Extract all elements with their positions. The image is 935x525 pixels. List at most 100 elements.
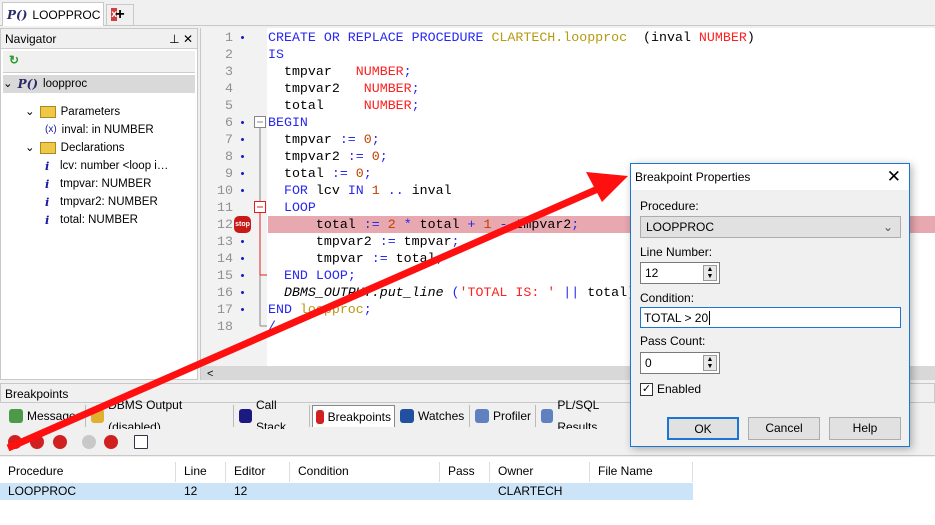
code-token: :=: [363, 217, 380, 232]
code-token: ;: [451, 234, 460, 249]
breakpoints-table: ProcedureLineEditor LineConditionPassOwn…: [0, 457, 935, 525]
enabled-checkbox[interactable]: ✓: [640, 383, 653, 396]
code-token: ;: [363, 302, 372, 317]
code-text: IS: [268, 46, 284, 63]
code-text: FOR lcv IN 1 .. inval: [268, 182, 452, 199]
column-header[interactable]: Owner: [490, 462, 590, 482]
scroll-left-icon[interactable]: <: [201, 368, 213, 380]
code-token: 'TOTAL IS: ': [459, 285, 556, 300]
chevron-down-icon[interactable]: ⌄: [25, 103, 35, 121]
line-number: 6: [225, 115, 233, 130]
close-icon[interactable]: ✕: [183, 32, 193, 46]
tree-item[interactable]: ⌄ Declarations: [25, 139, 125, 157]
tab-messages[interactable]: Messages: [6, 405, 86, 427]
tab-call-stack[interactable]: Call Stack: [236, 398, 310, 434]
code-token: IS: [268, 47, 284, 62]
line-number: 5: [225, 98, 233, 113]
remove-breakpoint-icon[interactable]: [53, 435, 67, 449]
column-header[interactable]: Editor Line: [226, 462, 290, 496]
tree-item[interactable]: i tmpvar: NUMBER: [45, 175, 151, 193]
tab-label: Breakpoints: [327, 409, 391, 424]
table-row[interactable]: LOOPPROC 12 12 CLARTECH: [0, 483, 693, 500]
refresh-icon[interactable]: ↻: [9, 53, 19, 67]
code-text: tmpvar2 := 0;: [268, 148, 388, 165]
condition-label: Condition:: [640, 291, 695, 305]
close-icon[interactable]: ✕: [887, 167, 901, 187]
disable-breakpoint-icon[interactable]: [82, 435, 96, 449]
breakpoint-stop-icon[interactable]: stop: [234, 216, 251, 233]
enabled-label: Enabled: [657, 382, 702, 396]
column-header[interactable]: File Name: [590, 462, 693, 482]
code-line[interactable]: 5 total NUMBER;: [201, 97, 935, 114]
code-line[interactable]: 6 BEGIN: [201, 114, 935, 131]
cancel-button[interactable]: Cancel: [748, 417, 820, 440]
condition-input[interactable]: TOTAL > 20: [640, 307, 901, 328]
tab-pl-sql-results[interactable]: PL/SQL Results: [538, 398, 636, 434]
breakpoint-properties-icon[interactable]: [8, 435, 22, 449]
code-token: tmpvar2: [268, 149, 348, 164]
procedure-value: LOOPPROC: [646, 220, 715, 234]
procedure-select[interactable]: LOOPPROC ⌄: [640, 216, 901, 238]
column-header[interactable]: Pass: [440, 462, 490, 482]
folder-icon: [39, 106, 56, 118]
variable-icon: i: [45, 213, 50, 227]
code-token: END LOOP: [283, 268, 348, 283]
call-stack-icon: [239, 409, 252, 423]
tab-dbms-output-disabled-[interactable]: DBMS Output (disabled): [88, 398, 234, 434]
column-header[interactable]: Line: [176, 462, 226, 482]
tab-profiler[interactable]: Profiler: [472, 405, 536, 427]
tree-root[interactable]: ⌄ P() loopproc: [3, 75, 195, 93]
code-token: :=: [339, 132, 356, 147]
tab-label: Profiler: [493, 409, 532, 423]
code-token: tmpvar: [268, 251, 372, 266]
tree-item[interactable]: (x) inval: in NUMBER: [45, 121, 154, 139]
spinner-arrows-icon[interactable]: ▲ ▼: [703, 355, 717, 371]
column-header[interactable]: Procedure: [0, 462, 176, 482]
ok-button[interactable]: OK: [667, 417, 739, 440]
code-token: LOOP: [283, 200, 316, 215]
pass-count-stepper[interactable]: 0 ▲ ▼: [640, 352, 720, 374]
code-token: ;: [371, 132, 380, 147]
code-token: inval: [403, 183, 452, 198]
chevron-down-icon[interactable]: ⌄: [3, 75, 13, 93]
column-header[interactable]: Condition: [290, 462, 440, 482]
list-icon[interactable]: [134, 435, 148, 449]
new-tab-button[interactable]: +: [106, 4, 134, 26]
tree-item[interactable]: i lcv: number <loop i…: [45, 157, 168, 175]
code-token: NUMBER: [698, 30, 747, 45]
tab-loopproc[interactable]: P() LOOPPROC x: [2, 2, 117, 26]
code-line[interactable]: 3 tmpvar NUMBER;: [201, 63, 935, 80]
condition-value: TOTAL > 20: [644, 311, 709, 325]
code-line[interactable]: 4 tmpvar2 NUMBER;: [201, 80, 935, 97]
tab-watches[interactable]: Watches: [397, 405, 470, 427]
tree-item[interactable]: i total: NUMBER: [45, 211, 138, 229]
watches-icon: [400, 409, 414, 423]
code-token: ||: [555, 285, 588, 300]
tree-item[interactable]: i tmpvar2: NUMBER: [45, 193, 158, 211]
line-number-stepper[interactable]: 12 ▲ ▼: [640, 262, 720, 284]
messages-icon: [9, 409, 23, 423]
chevron-down-icon[interactable]: ⌄: [25, 139, 35, 157]
breakpoints-icon: [316, 409, 324, 424]
add-breakpoint-icon[interactable]: [30, 435, 44, 449]
code-token: tmpvar: [395, 234, 452, 249]
code-token: DBMS_OUTPUT.put_line: [283, 285, 444, 300]
help-button[interactable]: Help: [829, 417, 901, 440]
variable-icon: i: [45, 195, 50, 209]
breakpoint-toggle-icon[interactable]: [104, 435, 118, 449]
tree-item[interactable]: ⌄ Parameters: [25, 103, 120, 121]
code-text: BEGIN: [268, 114, 308, 131]
code-line[interactable]: 1 CREATE OR REPLACE PROCEDURE CLARTECH.lo…: [201, 29, 935, 46]
code-text: tmpvar := total;: [268, 250, 444, 267]
line-number: 9: [225, 166, 233, 181]
code-line[interactable]: 2 IS: [201, 46, 935, 63]
tree-root-label: loopproc: [43, 78, 88, 90]
spinner-arrows-icon[interactable]: ▲ ▼: [703, 265, 717, 281]
tab-breakpoints[interactable]: Breakpoints: [312, 405, 395, 427]
code-line[interactable]: 7 tmpvar := 0;: [201, 131, 935, 148]
pin-icon[interactable]: ⊥: [169, 32, 179, 46]
